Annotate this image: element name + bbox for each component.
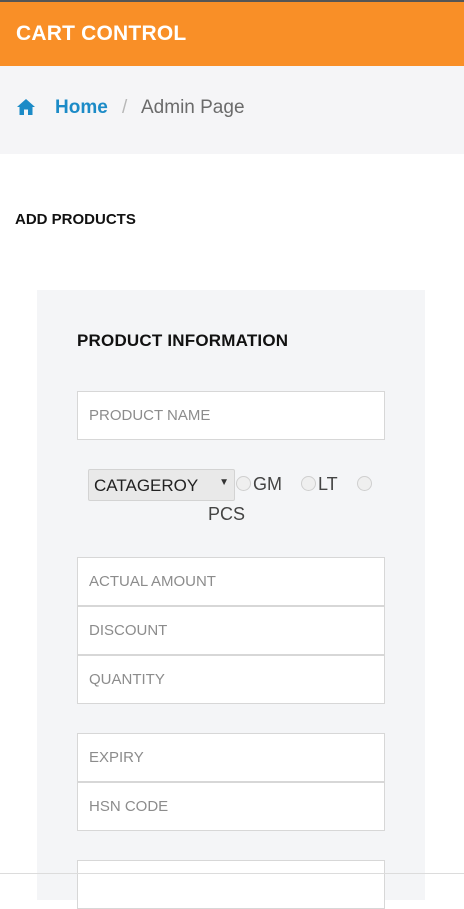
unit-radio-lt[interactable]: [301, 476, 316, 491]
breadcrumb-current: Admin Page: [141, 97, 245, 118]
additional-field[interactable]: [77, 860, 385, 909]
brand-title[interactable]: CART CONTROL: [16, 22, 186, 46]
actual-amount-field[interactable]: [77, 557, 385, 606]
quantity-field[interactable]: [77, 655, 385, 704]
chevron-down-icon: ▼: [219, 477, 229, 488]
home-icon[interactable]: [16, 98, 36, 116]
expiry-field[interactable]: [77, 733, 385, 782]
category-select-value: CATAGEROY: [94, 476, 199, 495]
section-title: ADD PRODUCTS: [15, 211, 136, 228]
breadcrumb-home-link[interactable]: Home: [55, 97, 108, 119]
top-bar: CART CONTROL: [0, 0, 464, 66]
hsn-code-field[interactable]: [77, 782, 385, 831]
product-name-field[interactable]: [77, 391, 385, 440]
unit-label-lt: LT: [318, 474, 338, 494]
unit-label-gm: GM: [253, 474, 282, 494]
breadcrumb-separator: /: [122, 97, 128, 118]
unit-label-pcs: PCS: [208, 504, 246, 524]
panel-title: PRODUCT INFORMATION: [77, 331, 289, 350]
category-select[interactable]: CATAGEROY ▼: [88, 469, 235, 501]
unit-radio-pcs[interactable]: [357, 476, 372, 491]
discount-field[interactable]: [77, 606, 385, 655]
unit-radio-gm[interactable]: [236, 476, 251, 491]
divider: [0, 873, 464, 874]
